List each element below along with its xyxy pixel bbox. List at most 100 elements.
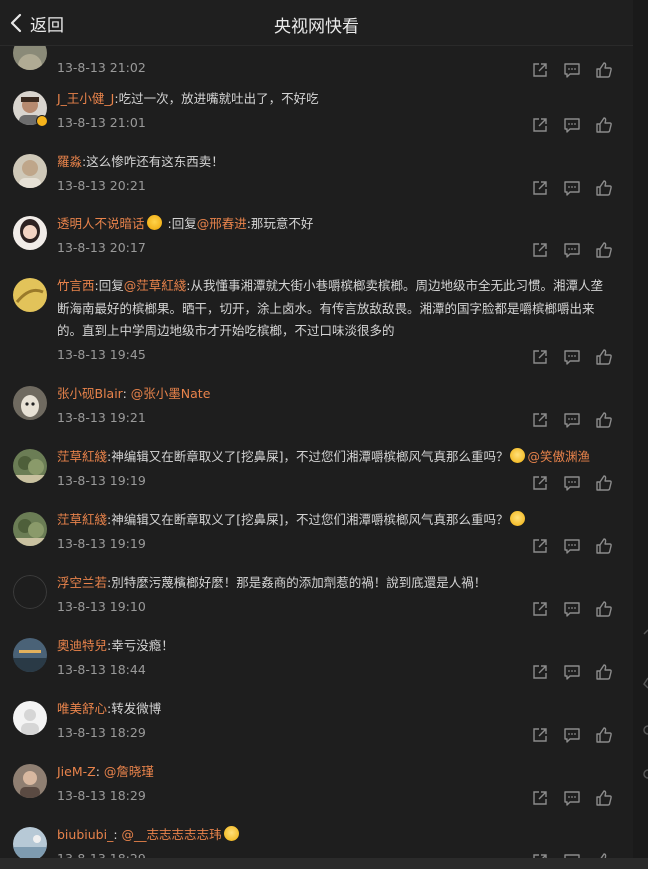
comment-item: 浮空兰若:別特麼污蔑檳榔好麼！那是姦商的添加劑惹的禍！說到底還是人禍！ 13-8-…: [0, 575, 633, 638]
share-icon[interactable]: [531, 116, 549, 134]
username-link[interactable]: JieM-Z: [57, 764, 96, 779]
comment-item: 张小砚Blair: @张小墨Nate 13-8-13 19:21: [0, 386, 633, 449]
comment-actions: [531, 116, 613, 134]
comment-item: 茳草紅綫:神编辑又在断章取义了[挖鼻屎]，不过您们湘潭嚼槟榔风气真那么重吗？ 13…: [0, 511, 633, 575]
share-icon[interactable]: [531, 411, 549, 429]
avatar[interactable]: [13, 386, 47, 420]
mention-link[interactable]: @笑傲渊渔: [527, 449, 590, 464]
avatar[interactable]: [13, 449, 47, 483]
page-title: 央视网快看: [274, 17, 359, 37]
comment-body: :神编辑又在断章取义了[挖鼻屎]，不过您们湘潭嚼槟榔风气真那么重吗？: [107, 512, 509, 527]
comment-body: :转发微博: [107, 701, 162, 716]
thumbs-up-icon[interactable]: [595, 726, 613, 744]
mention-link[interactable]: @张小墨Nate: [131, 386, 211, 401]
comment-body: :吃过一次，放进嘴就吐出了，不好吃: [114, 91, 319, 106]
thumbs-up-icon[interactable]: [595, 474, 613, 492]
comment-icon[interactable]: [563, 348, 581, 366]
thumbs-up-icon[interactable]: [595, 411, 613, 429]
share-icon[interactable]: [531, 348, 549, 366]
thumbs-up-icon[interactable]: [595, 663, 613, 681]
share-icon[interactable]: [531, 726, 549, 744]
app-window: 返回 央视网快看 13-8-13 21:02 J_王小健_J:吃过一次，放进嘴就吐…: [0, 0, 633, 869]
share-icon[interactable]: [531, 663, 549, 681]
username-link[interactable]: biubiubi_: [57, 827, 113, 842]
username-link[interactable]: 唯美舒心: [57, 701, 107, 716]
comment-item: 奧迪特兒:幸亏没瘾！ 13-8-13 18:44: [0, 638, 633, 701]
username-link[interactable]: J_王小健_J: [57, 91, 114, 106]
comment-item: 竹言西:回复@茳草紅綫:从我懂事湘潭就大街小巷嚼槟榔卖槟榔。周边地级市全无此习惯…: [0, 278, 633, 386]
comment-icon[interactable]: [563, 179, 581, 197]
comment-icon[interactable]: [563, 474, 581, 492]
comment-timestamp: 13-8-13 20:17: [57, 239, 146, 255]
username-link[interactable]: 竹言西: [57, 278, 95, 293]
avatar[interactable]: [13, 512, 47, 546]
reply-prefix: :回复: [94, 278, 124, 293]
comment-icon[interactable]: [563, 411, 581, 429]
comment-body: :这么惨咋还有这东西卖！: [82, 154, 224, 169]
thumbs-up-icon[interactable]: [595, 116, 613, 134]
thumbs-up-icon[interactable]: [595, 61, 613, 79]
thumbs-up-icon[interactable]: [595, 537, 613, 555]
comment-text: 羅淼:这么惨咋还有这东西卖！: [57, 151, 609, 174]
avatar[interactable]: [13, 575, 47, 609]
username-link[interactable]: 茳草紅綫: [57, 449, 107, 464]
share-icon[interactable]: [531, 474, 549, 492]
thumbs-up-icon[interactable]: [595, 348, 613, 366]
side-decoration-icon: [643, 629, 648, 779]
share-icon[interactable]: [531, 61, 549, 79]
username-link[interactable]: 浮空兰若: [57, 575, 107, 590]
share-icon[interactable]: [531, 789, 549, 807]
comment-timestamp: 13-8-13 19:19: [57, 472, 146, 488]
mention-link[interactable]: @茳草紅綫: [124, 278, 187, 293]
username-link[interactable]: 奧迪特兒: [57, 638, 107, 653]
thumbs-up-icon[interactable]: [595, 789, 613, 807]
comment-body: :神编辑又在断章取义了[挖鼻屎]，不过您们湘潭嚼槟榔风气真那么重吗？: [107, 449, 509, 464]
share-icon[interactable]: [531, 537, 549, 555]
avatar[interactable]: [13, 701, 47, 735]
comment-item: 唯美舒心:转发微博 13-8-13 18:29: [0, 701, 633, 764]
share-icon[interactable]: [531, 179, 549, 197]
comment-icon[interactable]: [563, 537, 581, 555]
avatar[interactable]: [13, 827, 47, 861]
comment-text: 奧迪特兒:幸亏没瘾！: [57, 635, 609, 658]
comment-icon[interactable]: [563, 61, 581, 79]
comment-icon[interactable]: [563, 600, 581, 618]
comment-timestamp: 13-8-13 19:21: [57, 409, 146, 425]
comment-body: :那玩意不好: [246, 216, 314, 231]
comment-timestamp: 13-8-13 21:02: [57, 59, 146, 75]
thumbs-up-icon[interactable]: [595, 600, 613, 618]
comment-icon[interactable]: [563, 241, 581, 259]
avatar[interactable]: [13, 764, 47, 798]
username-link[interactable]: 茳草紅綫: [57, 512, 107, 527]
comment-item: JieM-Z: @詹晓瑾 13-8-13 18:29: [0, 764, 633, 827]
comment-icon[interactable]: [563, 663, 581, 681]
comment-item: J_王小健_J:吃过一次，放进嘴就吐出了，不好吃 13-8-13 21:01: [0, 91, 633, 154]
comment-text: JieM-Z: @詹晓瑾: [57, 761, 609, 784]
thumbs-up-icon[interactable]: [595, 179, 613, 197]
mention-link[interactable]: @__志志志志志玮: [122, 827, 222, 842]
mention-link[interactable]: @邢舂进: [197, 216, 247, 231]
username-link[interactable]: 张小砚Blair: [57, 386, 123, 401]
avatar[interactable]: [13, 278, 47, 312]
share-icon[interactable]: [531, 241, 549, 259]
member-badge-icon: [146, 215, 162, 230]
comment-text: J_王小健_J:吃过一次，放进嘴就吐出了，不好吃: [57, 88, 609, 111]
comment-icon[interactable]: [563, 789, 581, 807]
avatar[interactable]: [13, 638, 47, 672]
bottom-scroll-area: [0, 858, 648, 869]
comment-text: 唯美舒心:转发微博: [57, 698, 609, 721]
comment-icon[interactable]: [563, 116, 581, 134]
comment-icon[interactable]: [563, 726, 581, 744]
mention-link[interactable]: @詹晓瑾: [104, 764, 154, 779]
comment-actions: [531, 411, 613, 429]
reply-prefix: :: [122, 386, 131, 401]
username-link[interactable]: 羅淼: [57, 154, 82, 169]
comment-text: 张小砚Blair: @张小墨Nate: [57, 383, 609, 406]
avatar[interactable]: [13, 154, 47, 188]
comment-actions: [531, 348, 613, 366]
share-icon[interactable]: [531, 600, 549, 618]
comment-text: biubiubi_: @__志志志志志玮: [57, 824, 609, 847]
username-link[interactable]: 透明人不说暗话: [57, 216, 145, 231]
avatar[interactable]: [13, 216, 47, 250]
thumbs-up-icon[interactable]: [595, 241, 613, 259]
